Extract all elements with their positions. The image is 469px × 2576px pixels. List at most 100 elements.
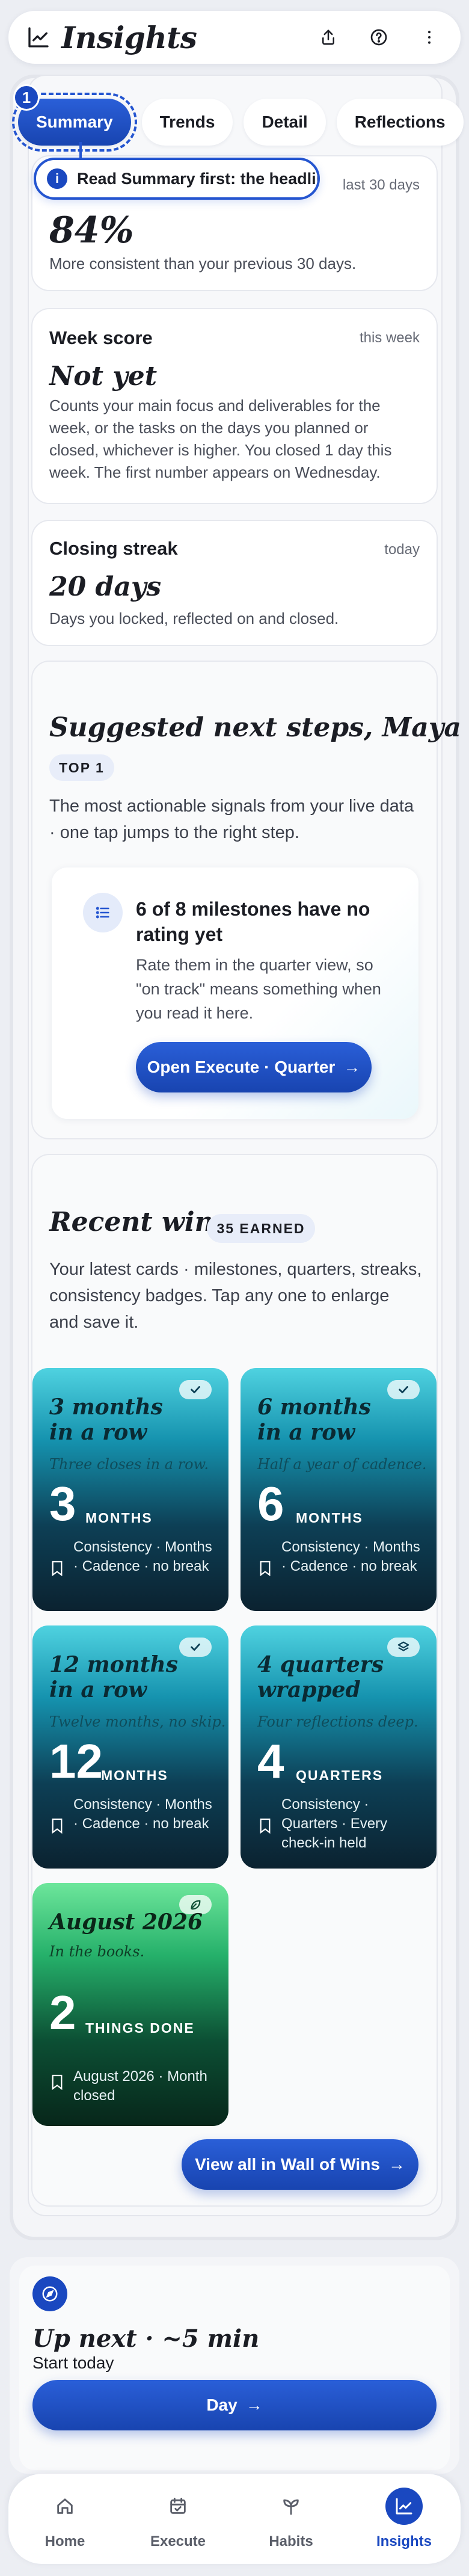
consistency-desc: More consistent than your previous 30 da…: [49, 254, 357, 273]
win-number: 4: [257, 1734, 284, 1788]
view-wall-of-wins-button[interactable]: View all in Wall of Wins →: [182, 2139, 418, 2190]
tab-bar: Summary Trends Detail Reflections: [12, 93, 464, 152]
day-button-label: Day: [206, 2396, 238, 2414]
win-unit: THINGS DONE: [85, 2020, 195, 2036]
nav-habits[interactable]: Habits: [246, 2488, 336, 2550]
milestone-signal-desc: Rate them in the quarter view, so "on tr…: [136, 956, 381, 1022]
milestone-signal-title: 6 of 8 milestones have no rating yet: [136, 898, 370, 945]
share-icon: [322, 29, 334, 45]
win-subtitle: Four reflections deep.: [257, 1713, 418, 1730]
closing-streak-desc: Days you locked, reflected on and closed…: [49, 609, 339, 627]
suggested-pill: TOP 1: [49, 754, 114, 781]
more-vertical-icon: [428, 31, 431, 44]
win-unit: MONTHS: [85, 1510, 153, 1526]
calendar-check-icon: [159, 2488, 197, 2525]
nav-execute[interactable]: Execute: [133, 2488, 223, 2550]
nav-habits-label: Habits: [269, 2533, 313, 2550]
share-button[interactable]: [315, 24, 342, 51]
win-title: August 2026: [49, 1909, 203, 1935]
week-score-meta: this week: [359, 330, 420, 346]
arrow-right-icon: →: [388, 2155, 405, 2174]
milestone-signal-card[interactable]: 6 of 8 milestones have no rating yet Rat…: [52, 867, 418, 1119]
bookmark-icon: [260, 1561, 271, 1576]
win-subtitle: In the books.: [49, 1943, 145, 1960]
win-number: 6: [257, 1477, 284, 1530]
info-icon: i: [47, 168, 67, 189]
win-title: 4 quarters wrapped: [257, 1652, 384, 1702]
arrow-right-icon: →: [343, 1058, 361, 1076]
win-meta: August 2026 · Month closed: [73, 2068, 207, 2104]
bookmark-icon: [52, 1561, 63, 1576]
win-card[interactable]: 12 months in a row Twelve months, no ski…: [32, 1625, 228, 1869]
win-meta: Consistency · Months · Cadence · no brea…: [73, 1539, 212, 1574]
tab-trends[interactable]: Trends: [141, 99, 233, 146]
tour-step-badge: 1: [13, 84, 40, 111]
win-card[interactable]: August 2026 In the books. 2 THINGS DONE …: [32, 1883, 228, 2126]
closing-streak-meta: today: [384, 541, 420, 558]
week-score-value: Not yet: [49, 361, 158, 392]
chart-line-icon: [385, 2488, 423, 2525]
bookmark-icon: [260, 1818, 271, 1834]
more-button[interactable]: [416, 24, 443, 51]
nav-insights[interactable]: Insights: [359, 2488, 449, 2550]
sprout-icon: [272, 2488, 310, 2525]
win-unit: MONTHS: [296, 1510, 363, 1526]
closing-streak-label: Closing streak: [49, 538, 178, 559]
help-button[interactable]: [366, 24, 392, 51]
up-next-subtitle: Start today: [32, 2353, 114, 2372]
tooltip-text: Read Summary first: the headline: [77, 169, 320, 188]
win-subtitle: Half a year of cadence.: [257, 1456, 427, 1473]
win-card[interactable]: 3 months in a row Three closes in a row.…: [32, 1368, 228, 1611]
nav-insights-label: Insights: [376, 2533, 432, 2550]
tab-reflections[interactable]: Reflections: [336, 99, 464, 146]
consistency-value: 84%: [49, 209, 134, 251]
arrow-right-icon: →: [245, 2396, 263, 2414]
win-title: 6 months in a row: [257, 1394, 371, 1445]
week-score-label: Week score: [49, 327, 153, 348]
bottom-nav: Home Execute Habits Insights: [8, 2474, 461, 2564]
tour-tooltip[interactable]: i Read Summary first: the headline: [34, 158, 320, 200]
list-icon: [83, 893, 123, 932]
view-wall-of-wins-label: View all in Wall of Wins: [195, 2155, 380, 2174]
wins-earned-pill: 35 EARNED: [207, 1214, 315, 1243]
win-number: 3: [49, 1477, 76, 1530]
win-card[interactable]: 4 quarters wrapped Four reflections deep…: [241, 1625, 437, 1869]
consistency-meta: last 30 days: [342, 177, 420, 193]
chart-line-icon: [28, 27, 49, 48]
win-title: 3 months in a row: [49, 1394, 163, 1445]
recent-wins-title: Recent wins: [49, 1207, 229, 1237]
nav-home-label: Home: [44, 2533, 85, 2550]
win-unit: MONTHS: [101, 1767, 168, 1783]
page-title: Insights: [61, 19, 197, 55]
nav-execute-label: Execute: [150, 2533, 206, 2550]
win-subtitle: Twelve months, no skip.: [49, 1713, 226, 1730]
up-next-title: Up next · ~5 min: [32, 2325, 260, 2353]
win-card[interactable]: 6 months in a row Half a year of cadence…: [241, 1368, 437, 1611]
bookmark-icon: [52, 1818, 63, 1834]
home-icon: [46, 2488, 84, 2525]
closing-streak-card[interactable]: Closing streak today 20 days Days you lo…: [31, 520, 438, 646]
open-execute-quarter-label: Open Execute · Quarter: [147, 1058, 336, 1076]
win-meta: Consistency · Months · Cadence · no brea…: [281, 1539, 420, 1574]
win-title: 12 months in a row: [49, 1652, 178, 1702]
compass-icon: [32, 2276, 67, 2311]
suggested-desc: The most actionable signals from your li…: [49, 797, 414, 842]
win-unit: QUARTERS: [296, 1767, 384, 1783]
win-number: 2: [49, 1986, 76, 2039]
closing-streak-value: 20 days: [49, 572, 162, 602]
recent-wins-desc: Your latest cards · milestones, quarters…: [49, 1260, 422, 1332]
open-execute-quarter-button[interactable]: Open Execute · Quarter →: [136, 1042, 372, 1092]
bookmark-icon: [52, 2074, 63, 2090]
week-score-card[interactable]: Week score this week Not yet Counts your…: [31, 308, 438, 504]
win-number: 12: [49, 1734, 103, 1788]
week-score-desc: Counts your main focus and deliverables …: [49, 396, 392, 481]
win-subtitle: Three closes in a row.: [49, 1456, 209, 1473]
nav-home[interactable]: Home: [20, 2488, 110, 2550]
win-meta: Consistency · Months · Cadence · no brea…: [73, 1796, 212, 1832]
suggested-title: Suggested next steps, Maya: [49, 712, 461, 743]
win-meta: Consistency · Quarters · Every check-in …: [281, 1796, 388, 1851]
top-app-bar: Insights: [8, 11, 461, 64]
day-button[interactable]: Day →: [32, 2380, 437, 2430]
help-icon: [370, 29, 387, 46]
tab-detail[interactable]: Detail: [244, 99, 326, 146]
